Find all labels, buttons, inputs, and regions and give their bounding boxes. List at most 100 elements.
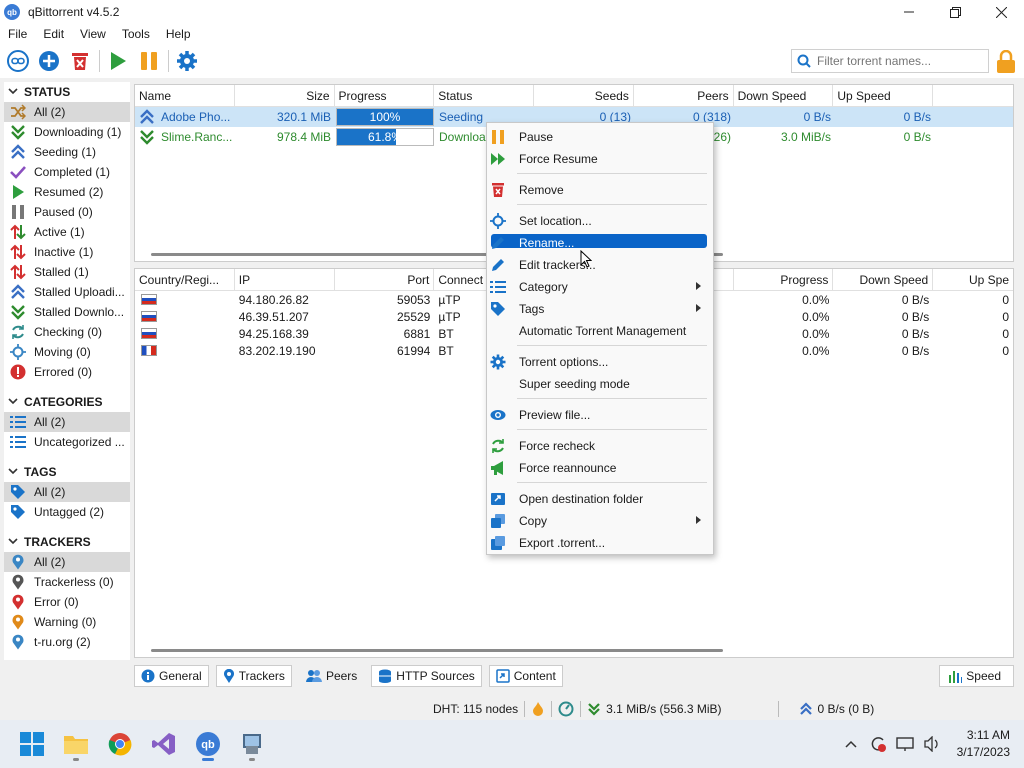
torrent-down-speed: 3.0 MiB/s <box>780 130 831 144</box>
sidebar-tracker-item[interactable]: All (2) <box>4 552 130 572</box>
sidebar-status-item[interactable]: Active (1) <box>4 222 130 242</box>
sidebar-status-item[interactable]: Stalled Uploadi... <box>4 282 130 302</box>
tab-peers[interactable]: Peers <box>298 665 365 687</box>
connection-status-icon[interactable] <box>558 701 574 717</box>
menu-item-force-recheck[interactable]: Force recheck <box>487 435 713 457</box>
column-progress[interactable]: Progress <box>734 269 834 290</box>
menu-item-export-torrent[interactable]: Export .torrent... <box>487 532 713 554</box>
sidebar-status-item[interactable]: Inactive (1) <box>4 242 130 262</box>
category-section-header[interactable]: CATEGORIES <box>4 392 130 412</box>
taskbar-visual-studio[interactable] <box>146 726 182 762</box>
sidebar-status-item[interactable]: Stalled Downlo... <box>4 302 130 322</box>
gear-icon <box>177 51 197 71</box>
sidebar-status-item[interactable]: All (2) <box>4 102 130 122</box>
menu-item-open-destination-folder[interactable]: Open destination folder <box>487 488 713 510</box>
speed-tab-button[interactable]: Speed <box>939 665 1014 687</box>
menu-separator <box>517 482 707 483</box>
tracker-section-header[interactable]: TRACKERS <box>4 532 130 552</box>
sidebar-category-item[interactable]: All (2) <box>4 412 130 432</box>
sidebar-tracker-item[interactable]: Error (0) <box>4 592 130 612</box>
menu-item-edit-trackers[interactable]: Edit trackers... <box>487 254 713 276</box>
minimize-button[interactable] <box>886 0 932 24</box>
sidebar-item-label: Untagged (2) <box>34 505 105 519</box>
menu-item-remove[interactable]: Remove <box>487 179 713 201</box>
menu-tools[interactable]: Tools <box>114 27 158 41</box>
status-section-header[interactable]: STATUS <box>4 82 130 102</box>
tab-trackers[interactable]: Trackers <box>215 665 292 687</box>
column-port[interactable]: Port <box>335 269 435 290</box>
menu-item-force-reannounce[interactable]: Force reannounce <box>487 457 713 479</box>
taskbar-file-explorer[interactable] <box>58 726 94 762</box>
search-input[interactable] <box>817 54 977 68</box>
clock[interactable]: 3:11 AM 3/17/2023 <box>957 727 1010 761</box>
column-up-speed[interactable]: Up Spe <box>933 269 1013 290</box>
menu-item-copy[interactable]: Copy <box>487 510 713 532</box>
menu-item-tags[interactable]: Tags <box>487 298 713 320</box>
sidebar-status-item[interactable]: Seeding (1) <box>4 142 130 162</box>
sidebar-status-item[interactable]: Moving (0) <box>4 342 130 362</box>
column-down-speed[interactable]: Down Speed <box>734 85 834 106</box>
remove-button[interactable] <box>67 48 93 74</box>
menu-edit[interactable]: Edit <box>35 27 72 41</box>
taskbar-chrome[interactable] <box>102 726 138 762</box>
menu-item-rename[interactable]: Rename... <box>487 232 713 254</box>
resume-button[interactable] <box>105 48 131 74</box>
start-button[interactable] <box>14 726 50 762</box>
options-button[interactable] <box>174 48 200 74</box>
sync-alert-icon[interactable] <box>866 732 890 756</box>
add-link-button[interactable] <box>5 48 31 74</box>
column-down-speed[interactable]: Down Speed <box>833 269 934 290</box>
menu-item-torrent-options[interactable]: Torrent options... <box>487 351 713 373</box>
lock-button[interactable] <box>996 49 1016 77</box>
column-ip[interactable]: IP <box>235 269 335 290</box>
download-speed[interactable]: 3.1 MiB/s (556.3 MiB) <box>606 702 721 716</box>
menu-item-automatic-torrent-management[interactable]: Automatic Torrent Management <box>487 320 713 342</box>
sidebar-tracker-item[interactable]: Trackerless (0) <box>4 572 130 592</box>
column-progress[interactable]: Progress <box>335 85 435 106</box>
column-country[interactable]: Country/Regi... <box>135 269 235 290</box>
sidebar-status-item[interactable]: Resumed (2) <box>4 182 130 202</box>
menu-file[interactable]: File <box>0 27 35 41</box>
taskbar-app[interactable] <box>234 726 270 762</box>
sidebar-status-item[interactable]: Checking (0) <box>4 322 130 342</box>
sidebar-tracker-item[interactable]: t-ru.org (2) <box>4 632 130 652</box>
chevron-up-icon[interactable] <box>839 732 863 756</box>
menu-help[interactable]: Help <box>158 27 199 41</box>
menu-view[interactable]: View <box>72 27 114 41</box>
sidebar-status-item[interactable]: Downloading (1) <box>4 122 130 142</box>
taskbar-qbittorrent[interactable]: qb <box>190 726 226 762</box>
sidebar-category-item[interactable]: Uncategorized ... <box>4 432 130 452</box>
column-status[interactable]: Status <box>434 85 535 106</box>
menu-item-preview-file[interactable]: Preview file... <box>487 404 713 426</box>
tab-general[interactable]: General <box>134 665 209 687</box>
column-size[interactable]: Size <box>235 85 335 106</box>
tab-content[interactable]: Content <box>488 665 563 687</box>
pause-button[interactable] <box>136 48 162 74</box>
sidebar-status-item[interactable]: Stalled (1) <box>4 262 130 282</box>
column-peers[interactable]: Peers <box>634 85 734 106</box>
sidebar-status-item[interactable]: Completed (1) <box>4 162 130 182</box>
menu-item-super-seeding-mode[interactable]: Super seeding mode <box>487 373 713 395</box>
stalled-arrows-icon <box>10 264 26 280</box>
add-torrent-button[interactable] <box>36 48 62 74</box>
maximize-button[interactable] <box>932 0 978 24</box>
tab-http-sources[interactable]: HTTP Sources <box>371 665 482 687</box>
tag-section-header[interactable]: TAGS <box>4 462 130 482</box>
menu-item-category[interactable]: Category <box>487 276 713 298</box>
close-button[interactable] <box>978 0 1024 24</box>
menu-item-force-resume[interactable]: Force Resume <box>487 148 713 170</box>
volume-icon[interactable] <box>920 732 944 756</box>
column-up-speed[interactable]: Up Speed <box>833 85 934 106</box>
sidebar-tag-item[interactable]: Untagged (2) <box>4 502 130 522</box>
menu-item-set-location[interactable]: Set location... <box>487 210 713 232</box>
sidebar-status-item[interactable]: Errored (0) <box>4 362 130 382</box>
network-icon[interactable] <box>893 732 917 756</box>
peers-scrollbar[interactable] <box>151 649 723 652</box>
sidebar-tracker-item[interactable]: Warning (0) <box>4 612 130 632</box>
column-name[interactable]: Name <box>135 85 235 106</box>
sidebar-status-item[interactable]: Paused (0) <box>4 202 130 222</box>
column-seeds[interactable]: Seeds <box>534 85 634 106</box>
upload-speed[interactable]: 0 B/s (0 B) <box>818 702 875 716</box>
sidebar-tag-item[interactable]: All (2) <box>4 482 130 502</box>
menu-item-pause[interactable]: Pause <box>487 126 713 148</box>
